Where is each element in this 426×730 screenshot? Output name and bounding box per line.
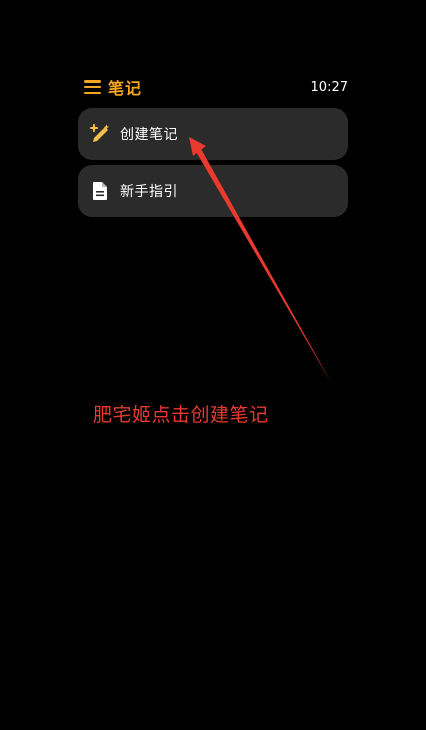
beginner-guide-label: 新手指引 [120, 184, 178, 200]
create-note-label: 创建笔记 [120, 127, 178, 143]
magic-pen-icon [89, 123, 111, 145]
menu-button[interactable]: 笔记 [84, 75, 142, 99]
annotation-text: 肥宅姬点击创建笔记 [93, 404, 269, 426]
beginner-guide-button[interactable]: 新手指引 [78, 165, 348, 217]
header-bar: 笔记 10:27 [84, 76, 348, 98]
app-title: 笔记 [108, 79, 143, 98]
menu-icon[interactable] [84, 80, 101, 94]
clock: 10:27 [310, 79, 348, 95]
document-icon [89, 180, 111, 202]
create-note-button[interactable]: 创建笔记 [78, 108, 348, 160]
